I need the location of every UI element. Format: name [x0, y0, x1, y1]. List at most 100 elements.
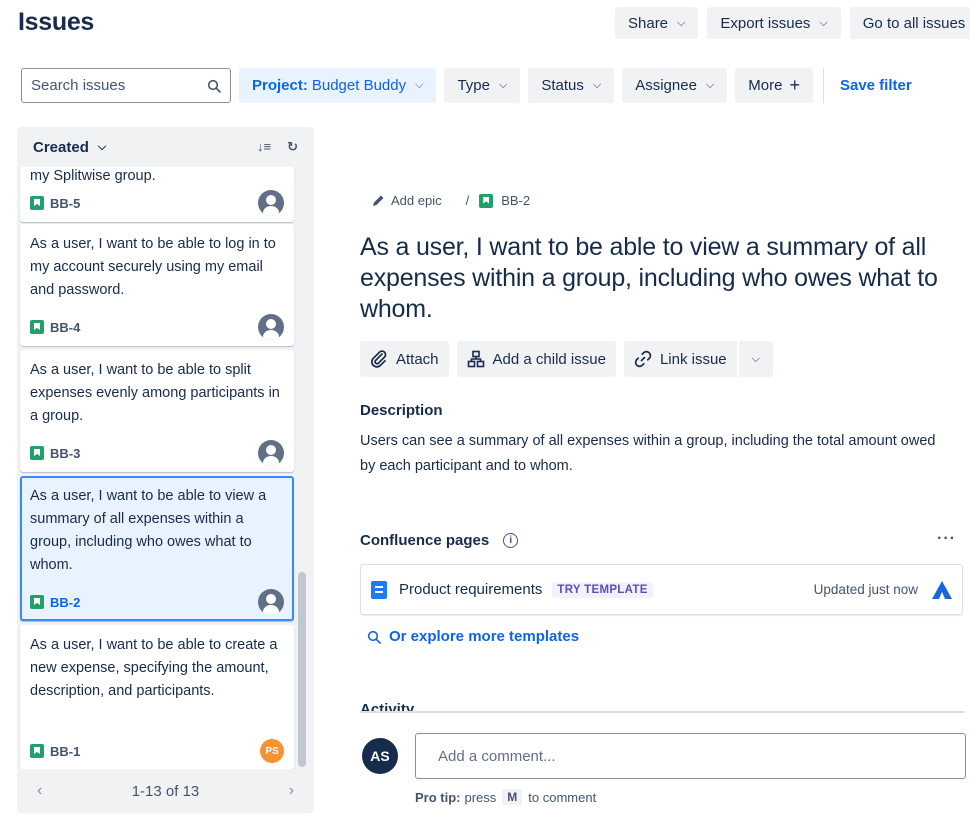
chevron-down-icon: ⌵ [705, 79, 715, 91]
issue-card[interactable]: As a user, I want to be able to log in t… [20, 224, 294, 346]
go-to-all-issues-button[interactable]: Go to all issues [849, 7, 970, 39]
comment-input[interactable]: Add a comment... [415, 733, 966, 779]
search-input[interactable]: Search issues [21, 68, 231, 103]
refresh-icon[interactable]: ↻ [287, 139, 298, 155]
sort-order-icon[interactable]: ↓≡ [257, 139, 271, 155]
add-child-issue-button[interactable]: Add a child issue [456, 341, 616, 377]
story-icon [30, 196, 44, 210]
pro-tip-post: to comment [528, 789, 597, 805]
breadcrumb-issue-key[interactable]: BB-2 [479, 193, 530, 208]
issue-key-label: BB-3 [50, 445, 81, 461]
issue-card-summary: my Splitwise group. [30, 168, 156, 184]
issue-card-selected[interactable]: As a user, I want to be able to view a s… [20, 476, 294, 621]
issue-card-footer: BB-3 [30, 440, 284, 466]
attach-button[interactable]: Attach [360, 341, 449, 377]
breadcrumb-separator: / [465, 193, 470, 208]
project-filter-key: Project: [252, 77, 308, 94]
page-title: Issues [18, 8, 95, 36]
assignee-filter[interactable]: Assignee ⌵ [622, 68, 728, 103]
search-icon [207, 79, 221, 93]
project-filter[interactable]: Project: Budget Buddy ⌵ [239, 68, 437, 103]
save-filter-button[interactable]: Save filter [834, 77, 918, 94]
link-icon [634, 350, 652, 368]
project-filter-value: Budget Buddy [311, 77, 407, 94]
issue-card-footer: BB-1 PS [30, 738, 284, 764]
template-name: Product requirements [399, 581, 543, 598]
issue-card-summary: As a user, I want to be able to log in t… [30, 236, 276, 298]
issue-card[interactable]: As a user, I want to be able to create a… [20, 625, 294, 770]
scrollbar[interactable] [298, 572, 306, 767]
add-epic-link[interactable]: Add epic [372, 193, 442, 208]
pro-tip-label: Pro tip: [415, 789, 461, 805]
filter-bar: Search issues Project: Budget Buddy ⌵ Ty… [21, 68, 918, 103]
issue-card[interactable]: As a user, I want to be able to split ex… [20, 350, 294, 472]
go-all-label: Go to all issues [862, 14, 966, 32]
issue-card-summary: As a user, I want to be able to view a s… [30, 488, 267, 573]
assignee-filter-label: Assignee [635, 77, 697, 94]
issue-title[interactable]: As a user, I want to be able to view a s… [360, 232, 970, 325]
link-issue-button[interactable]: Link issue [623, 341, 737, 377]
explore-label: Or explore more templates [389, 628, 580, 645]
more-actions-icon[interactable]: ··· [937, 530, 956, 548]
issue-key: BB-4 [30, 316, 80, 339]
activity-label: Activity [360, 701, 415, 713]
chevron-down-icon: ⌵ [498, 79, 508, 91]
pencil-icon [373, 195, 384, 206]
avatar [258, 440, 284, 466]
document-icon [371, 580, 387, 599]
chevron-down-icon: ⌵ [751, 352, 760, 365]
status-filter[interactable]: Status ⌵ [528, 68, 615, 103]
next-page-icon[interactable]: › [289, 782, 294, 800]
add-child-label: Add a child issue [492, 350, 606, 368]
pagination: ‹ 1-13 of 13 › [17, 769, 314, 813]
story-icon [30, 595, 44, 609]
paperclip-icon [371, 350, 387, 368]
updated-status: Updated just now [813, 582, 918, 597]
share-label: Share [628, 14, 669, 32]
previous-page-icon[interactable]: ‹ [37, 782, 42, 800]
issue-card-footer: BB-4 [30, 314, 284, 340]
more-filters-button[interactable]: More + [735, 68, 813, 103]
info-icon[interactable]: i [503, 533, 519, 548]
avatar: AS [362, 738, 398, 774]
sort-label: Created [33, 138, 89, 156]
type-filter-label: Type [457, 77, 490, 94]
share-button[interactable]: Share ⌵ [615, 7, 699, 39]
issue-key-label: BB-4 [50, 319, 81, 335]
confluence-heading: Confluence pages i [360, 532, 519, 549]
hierarchy-icon [467, 350, 484, 368]
atlassian-logo-icon [932, 580, 952, 599]
avatar: PS [260, 739, 284, 763]
story-icon [30, 320, 44, 334]
issue-card-summary: As a user, I want to be able to split ex… [30, 362, 280, 424]
try-template-badge: TRY TEMPLATE [552, 581, 653, 598]
add-epic-label: Add epic [391, 193, 442, 208]
issue-list-header: Created ⌵ ↓≡ ↻ [17, 127, 314, 167]
sort-dropdown[interactable]: Created ⌵ [33, 139, 106, 156]
avatar [258, 190, 284, 216]
avatar [258, 589, 284, 615]
comment-placeholder: Add a comment... [438, 747, 556, 765]
issue-list-panel: Created ⌵ ↓≡ ↻ my Splitwise group. BB-5 … [17, 127, 314, 813]
export-label: Export issues [720, 14, 811, 32]
chevron-down-icon: ⌵ [592, 79, 602, 91]
explore-templates-link[interactable]: Or explore more templates [367, 628, 579, 645]
issue-card-footer: BB-5 [30, 190, 284, 216]
issue-key: BB-1 [30, 740, 80, 763]
status-filter-label: Status [541, 77, 584, 94]
story-icon [30, 744, 44, 758]
plus-icon: + [789, 75, 800, 95]
search-placeholder: Search issues [31, 77, 126, 94]
story-icon [30, 446, 44, 460]
top-actions: Share ⌵ Export issues ⌵ Go to all issues [615, 7, 970, 39]
template-row[interactable]: Product requirements TRY TEMPLATE Update… [360, 564, 963, 615]
type-filter[interactable]: Type ⌵ [444, 68, 521, 103]
avatar [258, 314, 284, 340]
divider [822, 68, 824, 103]
description-heading: Description [360, 402, 443, 419]
search-icon [367, 630, 381, 644]
link-issue-split: Link issue ⌵ [623, 341, 773, 377]
link-issue-dropdown[interactable]: ⌵ [738, 341, 773, 377]
export-issues-button[interactable]: Export issues ⌵ [707, 7, 841, 39]
description-text[interactable]: Users can see a summary of all expenses … [360, 429, 940, 479]
